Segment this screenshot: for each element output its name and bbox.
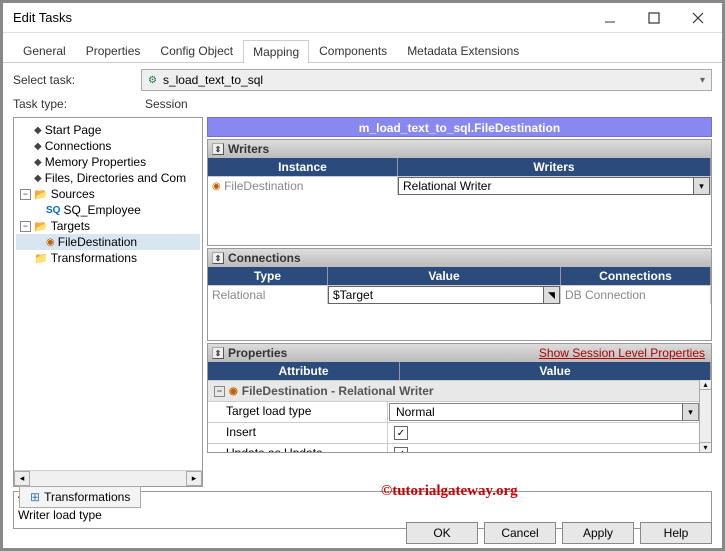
prop-target-load-type-label: Target load type (208, 402, 388, 422)
window-title: Edit Tasks (13, 10, 588, 25)
cancel-button[interactable]: Cancel (484, 522, 556, 544)
dropdown-button-icon: ◥ (543, 287, 559, 303)
connections-col-conn: Connections (561, 267, 711, 285)
tab-components[interactable]: Components (309, 39, 397, 62)
tabs: General Properties Config Object Mapping… (3, 33, 722, 63)
scroll-left-icon[interactable]: ◂ (14, 471, 30, 486)
properties-col-attr: Attribute (208, 362, 400, 380)
tree-memory-properties[interactable]: ◆Memory Properties (16, 154, 200, 170)
chevron-down-icon: ▾ (700, 75, 705, 86)
properties-title: Properties (228, 346, 287, 360)
ok-button[interactable]: OK (406, 522, 478, 544)
close-button[interactable] (676, 4, 720, 32)
connections-col-type: Type (208, 267, 328, 285)
gear-icon: ⚙ (148, 75, 157, 86)
writers-section: ⇕ Writers Instance Writers ◉ FileDestinat… (207, 139, 712, 246)
transformations-label: Transformations (44, 490, 130, 504)
tree-transformations[interactable]: 📁Transformations (16, 250, 200, 266)
section-toggle[interactable]: ⇕ (212, 252, 224, 264)
watermark: ©tutorialgateway.org (381, 483, 518, 500)
section-toggle[interactable]: ⇕ (212, 143, 224, 155)
prop-insert-label: Insert (208, 423, 388, 443)
tab-properties[interactable]: Properties (76, 39, 151, 62)
prop-target-load-type-select[interactable]: Normal ▾ (389, 403, 699, 421)
properties-col-val: Value (400, 362, 711, 380)
tree-pane: ◆Start Page ◆Connections ◆Memory Propert… (13, 117, 203, 487)
prop-target-load-type-value: Normal (396, 405, 435, 419)
target-icon: ◉ (46, 237, 55, 248)
collapse-icon[interactable]: − (20, 221, 31, 232)
tab-general[interactable]: General (13, 39, 76, 62)
prop-update-as-update-checkbox[interactable]: ✓ (394, 447, 408, 452)
collapse-icon[interactable]: − (214, 386, 225, 397)
show-session-level-link[interactable]: Show Session Level Properties (539, 346, 705, 360)
tab-config-object[interactable]: Config Object (150, 39, 243, 62)
properties-group-header[interactable]: − ◉ FileDestination - Relational Writer (208, 380, 711, 402)
section-toggle[interactable]: ⇕ (212, 347, 224, 359)
tree-connections[interactable]: ◆Connections (16, 138, 200, 154)
folder-icon: 📁 (34, 252, 48, 265)
connections-col-value: Value (328, 267, 561, 285)
connections-row-type: Relational (208, 286, 328, 304)
connections-title: Connections (228, 251, 301, 265)
diamond-icon: ◆ (34, 141, 42, 152)
tab-mapping[interactable]: Mapping (243, 40, 309, 63)
chevron-down-icon: ▾ (682, 404, 698, 420)
target-icon: ◉ (229, 386, 238, 397)
select-task-dropdown[interactable]: ⚙ s_load_text_to_sql ▾ (141, 69, 712, 91)
folder-icon: 📂 (34, 188, 48, 201)
transformations-button[interactable]: ⊞ Transformations (19, 486, 141, 508)
mapping-ribbon: m_load_text_to_sql.FileDestination (207, 117, 712, 137)
target-icon: ◉ (212, 181, 221, 192)
diamond-icon: ◆ (34, 173, 42, 184)
tree-filedestination[interactable]: ◉FileDestination (16, 234, 200, 250)
tree-targets[interactable]: −📂Targets (16, 218, 200, 234)
task-type-label: Task type: (13, 97, 133, 111)
collapse-icon[interactable]: − (20, 189, 31, 200)
select-task-label: Select task: (13, 73, 133, 87)
sq-icon: SQ (46, 205, 60, 216)
chevron-down-icon: ▾ (693, 178, 709, 194)
apply-button[interactable]: Apply (562, 522, 634, 544)
info-body: Writer load type (18, 508, 102, 522)
tree-hscroll[interactable]: ◂ ▸ (14, 470, 202, 486)
diamond-icon: ◆ (34, 157, 42, 168)
writers-title: Writers (228, 142, 269, 156)
select-task-value: s_load_text_to_sql (163, 73, 263, 87)
tree-files-directories[interactable]: ◆Files, Directories and Com (16, 170, 200, 186)
prop-insert-checkbox[interactable]: ✓ (394, 426, 408, 440)
writers-row-instance: FileDestination (224, 179, 303, 193)
transformations-icon: ⊞ (30, 490, 40, 504)
tree-sources[interactable]: −📂Sources (16, 186, 200, 202)
writers-row-writer: Relational Writer (403, 179, 491, 193)
connections-section: ⇕ Connections Type Value Connections Rela… (207, 248, 712, 341)
prop-update-as-update-label: Update as Update (208, 444, 388, 452)
tree-sq-employee[interactable]: SQSQ_Employee (16, 202, 200, 218)
folder-icon: 📂 (34, 220, 48, 233)
scroll-track[interactable] (30, 471, 186, 486)
connections-value-dropdown[interactable]: $Target ◥ (328, 286, 560, 304)
writers-col-writers: Writers (398, 158, 711, 176)
connections-row-value: $Target (333, 288, 373, 302)
connections-row-conn: DB Connection (561, 286, 711, 304)
properties-section: ⇕ Properties Show Session Level Properti… (207, 343, 712, 453)
writers-col-instance: Instance (208, 158, 398, 176)
properties-group-label: FileDestination - Relational Writer (242, 384, 434, 398)
minimize-button[interactable] (588, 4, 632, 32)
maximize-button[interactable] (632, 4, 676, 32)
titlebar: Edit Tasks (3, 3, 722, 33)
tree-start-page[interactable]: ◆Start Page (16, 122, 200, 138)
properties-vscroll[interactable] (699, 380, 711, 452)
writers-writer-dropdown[interactable]: Relational Writer ▾ (398, 177, 710, 195)
scroll-right-icon[interactable]: ▸ (186, 471, 202, 486)
tab-metadata-extensions[interactable]: Metadata Extensions (397, 39, 529, 62)
diamond-icon: ◆ (34, 125, 42, 136)
task-type-value: Session (141, 97, 712, 111)
help-button[interactable]: Help (640, 522, 712, 544)
